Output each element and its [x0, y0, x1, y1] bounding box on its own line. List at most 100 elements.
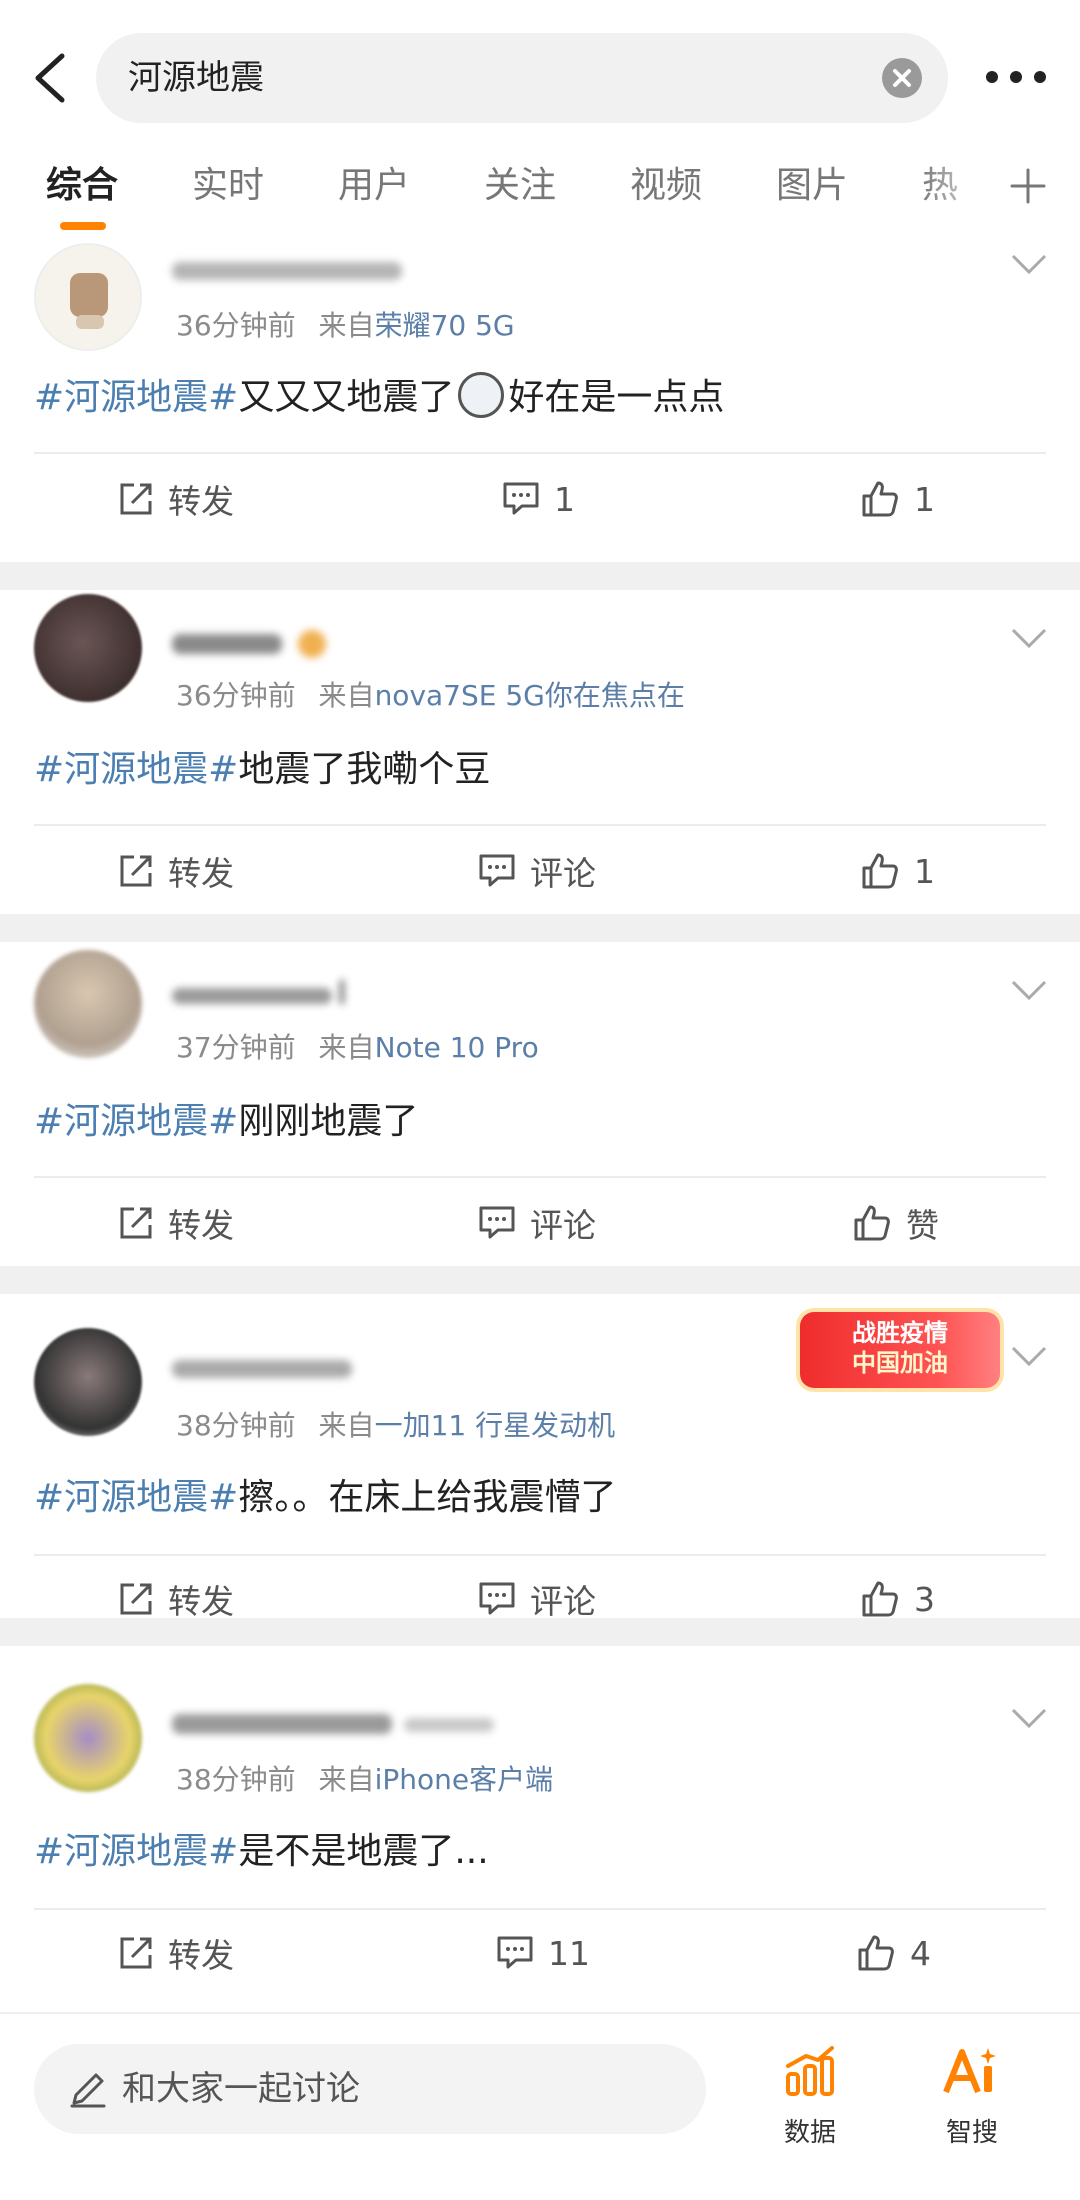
post-time: 36分钟前 — [176, 679, 296, 712]
tab-videos[interactable]: 视频 — [630, 160, 702, 212]
post-time: 38分钟前 — [176, 1409, 296, 1442]
chevron-down-icon[interactable] — [1010, 626, 1048, 650]
hashtag-link[interactable]: #河源地震# — [34, 377, 238, 418]
active-tab-indicator — [60, 222, 106, 230]
repost-button[interactable]: 转发 — [118, 474, 234, 524]
post-content[interactable]: #河源地震#擦。。在床上给我震懵了 — [34, 1468, 616, 1520]
tab-comprehensive[interactable]: 综合 — [46, 160, 118, 212]
chevron-down-icon[interactable] — [1010, 978, 1048, 1002]
back-arrow-icon[interactable] — [28, 50, 74, 106]
repost-button[interactable]: 转发 — [118, 1574, 234, 1624]
comment-label: 评论 — [530, 1582, 596, 1621]
post-content[interactable]: #河源地震#地震了我嘞个豆 — [34, 740, 490, 792]
like-label: 1 — [914, 851, 935, 891]
post-content[interactable]: #河源地震#是不是地震了... — [34, 1822, 489, 1874]
data-button[interactable]: 数据 — [760, 2044, 860, 2148]
search-bar[interactable]: 河源地震 — [96, 33, 948, 123]
comment-label: 评论 — [530, 854, 596, 893]
like-button[interactable]: 赞 — [852, 1198, 939, 1248]
chevron-down-icon[interactable] — [1010, 1706, 1048, 1730]
post-card[interactable]: 36分钟前 来自荣耀70 5G #河源地震#又又又地震了 好在是一点点 转发 1 … — [0, 238, 1080, 562]
comment-button[interactable]: 11 — [496, 1928, 590, 1978]
avatar[interactable] — [34, 243, 142, 351]
post-card[interactable]: 38分钟前 来自iPhone客户端 #河源地震#是不是地震了... 转发 11 … — [0, 1646, 1080, 1975]
avatar[interactable] — [34, 1328, 142, 1436]
post-source[interactable]: 一加11 行星发动机 — [375, 1409, 616, 1442]
post-content[interactable]: #河源地震#又又又地震了 好在是一点点 — [34, 368, 724, 422]
post-source[interactable]: iPhone客户端 — [375, 1763, 554, 1796]
search-input[interactable]: 河源地震 — [128, 33, 264, 123]
username-blurred[interactable] — [172, 1350, 372, 1394]
ai-icon — [943, 2048, 996, 2094]
comment-button[interactable]: 评论 — [478, 1574, 596, 1624]
like-button[interactable]: 3 — [860, 1574, 935, 1624]
username-blurred[interactable] — [172, 252, 402, 296]
username-blurred[interactable] — [172, 1706, 502, 1750]
username-blurred[interactable] — [172, 976, 352, 1020]
post-content[interactable]: #河源地震#刚刚地震了 — [34, 1092, 418, 1144]
repost-icon — [120, 855, 152, 887]
thumbs-up-icon — [854, 1205, 890, 1241]
chart-icon — [786, 2046, 834, 2096]
comment-label: 11 — [548, 1933, 590, 1973]
repost-label: 转发 — [168, 1936, 234, 1975]
repost-button[interactable]: 转发 — [118, 1928, 234, 1978]
ai-search-button[interactable]: 智搜 — [922, 2044, 1022, 2148]
repost-button[interactable]: 转发 — [118, 1198, 234, 1248]
like-button[interactable]: 1 — [860, 846, 935, 896]
repost-icon — [120, 1583, 152, 1615]
hashtag-link[interactable]: #河源地震# — [34, 1831, 238, 1872]
source-prefix: 来自 — [318, 309, 375, 342]
thumbs-up-icon — [862, 853, 898, 889]
avatar[interactable] — [34, 1684, 142, 1792]
post-separator — [0, 562, 1080, 590]
post-card[interactable]: 36分钟前 来自nova7SE 5G你在焦点在 #河源地震#地震了我嘞个豆 转发… — [0, 590, 1080, 914]
username-blurred[interactable] — [172, 626, 342, 670]
post-text-cont: 好在是一点点 — [508, 377, 725, 418]
thumbs-up-icon — [862, 481, 898, 517]
post-meta: 38分钟前 来自一加11 行星发动机 — [176, 1404, 615, 1444]
tab-following[interactable]: 关注 — [484, 160, 556, 212]
post-card[interactable]: 38分钟前 来自一加11 行星发动机 战胜疫情 中国加油 #河源地震#擦。。在床… — [0, 1294, 1080, 1621]
post-source[interactable]: nova7SE 5G你在焦点在 — [375, 679, 685, 712]
tab-fade — [920, 160, 1000, 220]
compose-input[interactable]: 和大家一起讨论 — [34, 2044, 706, 2134]
tab-users[interactable]: 用户 — [338, 160, 410, 212]
repost-label: 转发 — [168, 854, 234, 893]
tab-bar: 综合 实时 用户 关注 视频 图片 热 — [0, 160, 1080, 238]
tab-images[interactable]: 图片 — [776, 160, 848, 212]
source-prefix: 来自 — [318, 1031, 375, 1064]
like-button[interactable]: 4 — [856, 1928, 931, 1978]
pencil-icon — [70, 2073, 106, 2108]
chevron-down-icon[interactable] — [1010, 252, 1048, 276]
feed: 36分钟前 来自荣耀70 5G #河源地震#又又又地震了 好在是一点点 转发 1 … — [0, 238, 1080, 1975]
post-text: 地震了我嘞个豆 — [238, 749, 491, 790]
add-tab-icon[interactable] — [1008, 166, 1048, 206]
comment-button[interactable]: 1 — [502, 474, 575, 524]
promo-badge[interactable]: 战胜疫情 中国加油 — [800, 1312, 1000, 1388]
repost-button[interactable]: 转发 — [118, 846, 234, 896]
post-time: 37分钟前 — [176, 1031, 296, 1064]
badge-line1: 战胜疫情 — [852, 1319, 948, 1347]
comment-icon — [503, 482, 539, 515]
post-source[interactable]: 荣耀70 5G — [375, 309, 515, 342]
tab-realtime[interactable]: 实时 — [192, 160, 264, 212]
comment-label: 1 — [554, 479, 575, 519]
avatar[interactable] — [34, 594, 142, 702]
like-button[interactable]: 1 — [860, 474, 935, 524]
post-separator — [0, 914, 1080, 942]
comment-button[interactable]: 评论 — [478, 846, 596, 896]
post-card[interactable]: 37分钟前 来自Note 10 Pro #河源地震#刚刚地震了 转发 评论 赞 — [0, 942, 1080, 1266]
more-options-icon[interactable] — [984, 62, 1048, 92]
data-label: 数据 — [783, 2118, 836, 2148]
avatar[interactable] — [34, 950, 142, 1058]
thumbs-up-icon — [862, 1581, 898, 1617]
hashtag-link[interactable]: #河源地震# — [34, 1101, 238, 1142]
repost-label: 转发 — [168, 1582, 234, 1621]
hashtag-link[interactable]: #河源地震# — [34, 1477, 238, 1518]
post-source[interactable]: Note 10 Pro — [375, 1031, 539, 1064]
clear-search-icon[interactable] — [882, 58, 922, 98]
hashtag-link[interactable]: #河源地震# — [34, 749, 238, 790]
chevron-down-icon[interactable] — [1010, 1344, 1048, 1368]
comment-button[interactable]: 评论 — [478, 1198, 596, 1248]
